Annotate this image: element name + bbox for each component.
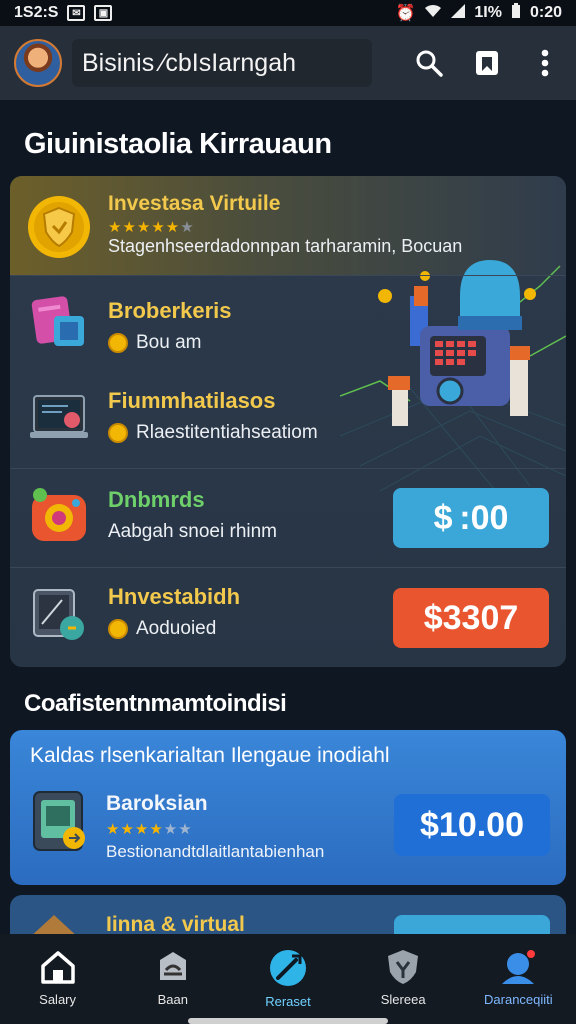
promo-item-name: Baroksian [106,792,208,815]
item-subtitle: Rlaestitentiahseatiom [136,422,318,443]
item-subtitle-row: Aoduoied [108,618,216,640]
search-icon [416,50,443,77]
app-notification-icon: ▣ [94,5,113,21]
list-item[interactable]: Hnvestabidh Aoduoied $3307 [10,568,566,667]
item-name: Hnvestabidh [108,584,241,609]
item-subtitle: Aabgah snoei rhinm [108,521,277,542]
nav-label: Reraset [265,994,311,1009]
bottom-navigation: Salary Baan Reraset Slereea Daranceqiiti [0,934,576,1024]
list-item[interactable]: Dnbmrds Aabgah snoei rhinm $ :00 [10,469,566,567]
app-title: Bisinis ⁄cbIsIarngah [82,48,297,77]
nav-label: Salary [39,992,77,1007]
buy-price-button[interactable]: $ :00 [393,488,549,548]
wifi-icon [424,4,442,23]
laptop-icon [28,388,90,450]
battery-icon [511,2,521,24]
item-name: Dnbmrds [108,487,205,512]
nav-label: Slereea [380,992,426,1007]
coin-icon [108,619,128,639]
app-bar: Bisinis ⁄cbIsIarngah [0,26,576,100]
profile-icon [502,950,536,984]
item-subtitle: Bou am [136,332,202,353]
list-item[interactable]: Broberkeris Bou am [10,276,566,376]
bookmark-button[interactable] [470,46,504,80]
coin-icon [108,333,128,353]
signal-icon [451,3,466,23]
status-time-left: 1S2:S [14,4,59,21]
rating-stars: ★★★★★★ [106,821,193,838]
nav-item-slereea[interactable]: Slereea [348,948,458,1007]
item-subtitle: Aoduoied [136,618,217,639]
tablet-chat-icon [28,584,90,646]
nav-item-reraset[interactable]: Reraset [233,948,343,1009]
promo-card[interactable]: Kaldas rlsenkarialtan Ilengaue inodiahl … [10,730,566,885]
bookmark-icon [476,51,498,75]
home-icon [40,951,75,984]
rocket-icon [269,950,306,986]
promo-subtitle: Bestionandtdlaitlantabienhan [106,842,325,861]
promo-price-button[interactable]: $10.00 [394,794,550,856]
item-name: Investasa Virtuile [108,192,281,215]
investment-list-card: Investasa Virtuile ★★★★★★ Stagenhseerdad… [10,176,566,667]
battery-percent: 1I% [474,4,502,21]
coin-icon [108,423,128,443]
section-title-recommended: Coafistentnmamtoindisi [24,690,287,717]
buy-price-button[interactable]: $3307 [393,588,549,648]
promo-heading: Kaldas rlsenkarialtan Ilengaue inodiahl [30,744,390,767]
nav-item-salary[interactable]: Salary [3,948,113,1007]
briefcase-icon [159,952,186,980]
nav-item-profile[interactable]: Daranceqiiti [463,948,573,1007]
status-bar: 1S2:S ✉ ▣ ⏰ 1I% 0:20 [0,0,576,26]
more-vertical-icon [541,49,549,77]
product-box-icon [28,292,90,354]
item-subtitle-row: Bou am [108,332,201,354]
section-title-investments: Giuinistaolia Kirrauaun [24,128,332,160]
item-subtitle-row: Rlaestitentiahseatiom [108,422,318,444]
shield-badge-icon [26,194,92,260]
list-item[interactable]: Fiummhatilasos Rlaestitentiahseatiom [10,376,566,471]
game-controller-icon [28,485,90,547]
tablet-icon [32,788,88,854]
home-indicator [188,1018,388,1024]
rating-stars: ★★★★★★ [108,219,195,236]
shield-icon [388,950,419,984]
item-name: Fiummhatilasos [108,388,276,413]
nav-label: Daranceqiiti [484,992,553,1007]
alarm-icon: ⏰ [395,5,416,22]
nav-label: Baan [157,992,188,1007]
status-time-right: 0:20 [529,4,562,21]
item-name: Broberkeris [108,298,232,323]
more-options-button[interactable] [528,46,562,80]
nav-item-baan[interactable]: Baan [118,948,228,1007]
avatar[interactable] [14,39,62,87]
search-button[interactable] [412,46,446,80]
notification-icon: ✉ [67,5,86,21]
app-title-field[interactable]: Bisinis ⁄cbIsIarngah [72,39,372,87]
